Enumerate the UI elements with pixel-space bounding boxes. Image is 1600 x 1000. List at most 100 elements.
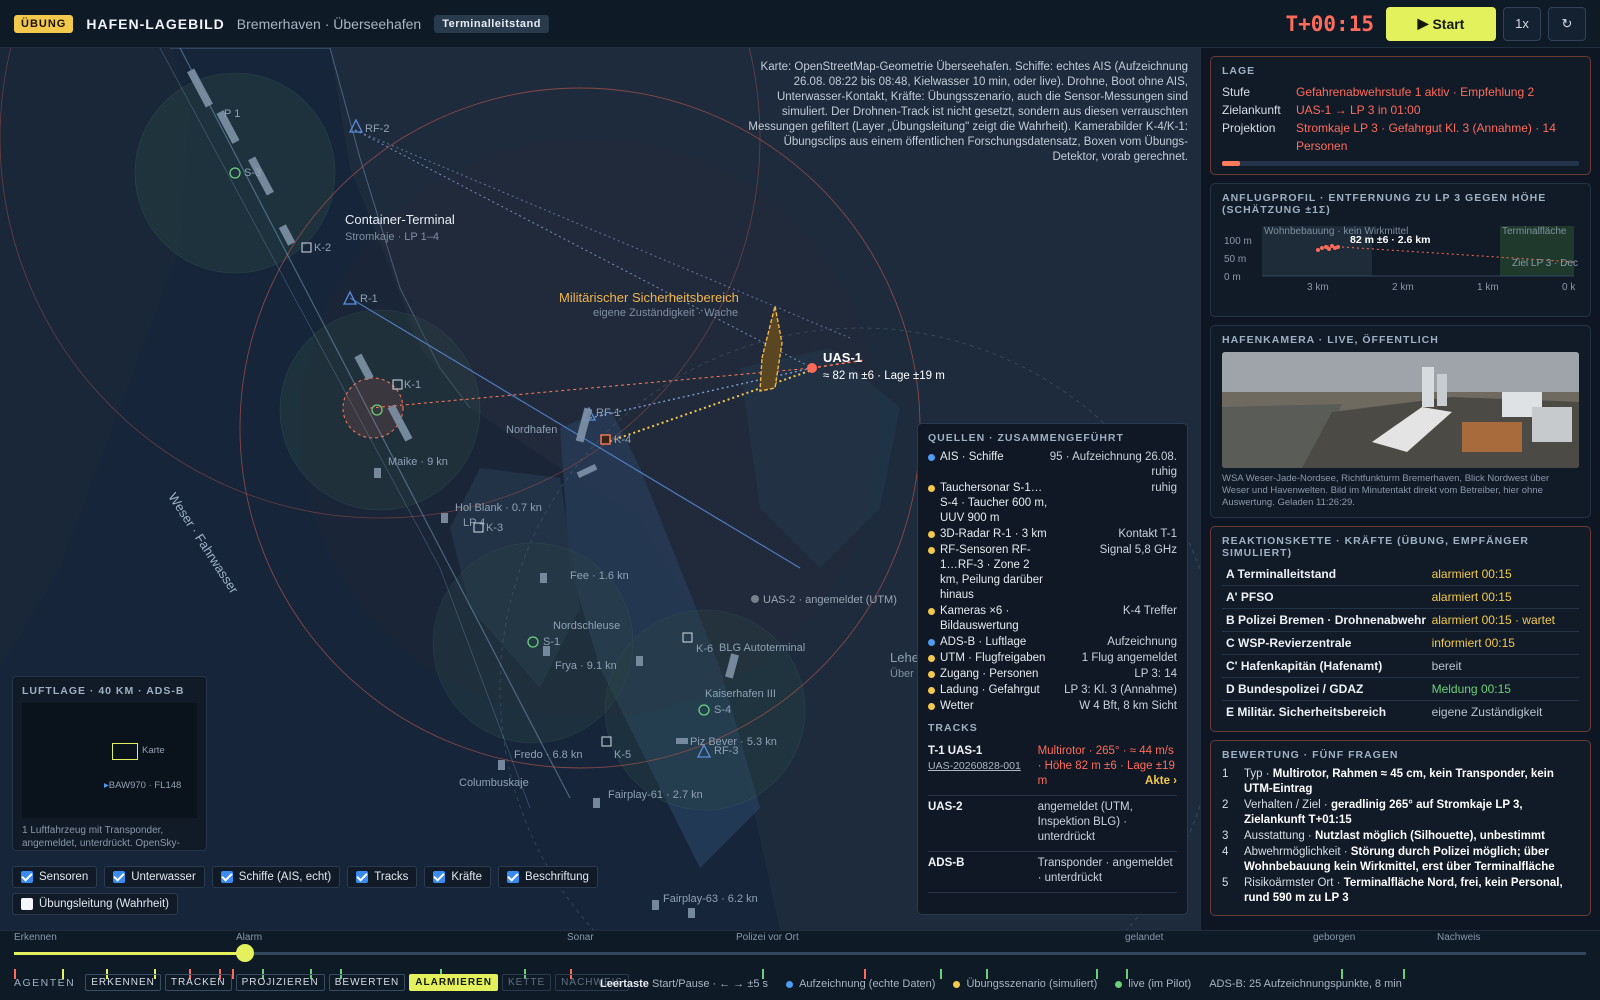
label-rf1: RF-1 <box>596 407 621 419</box>
checkbox[interactable] <box>433 871 446 883</box>
source-row[interactable]: AIS · Schiffe 95 · Aufzeichnung 26.08. ru… <box>928 450 1177 480</box>
legend-dot-icon <box>1115 980 1123 988</box>
reaction-row[interactable]: C WSP-Revierzentrale informiert 00:15 <box>1222 632 1579 655</box>
source-row[interactable]: RF-Sensoren RF-1…RF-3 · Zone 2 km, Peilu… <box>928 543 1177 603</box>
agent-erkennen[interactable]: ERKENNEN <box>85 974 161 991</box>
label-ship-fairplay63[interactable]: Fairplay-63 · 6.2 kn <box>663 893 758 905</box>
toggle-schiffe-ais-echt-[interactable]: Schiffe (AIS, echt) <box>211 866 341 888</box>
label-military-area: Militärischer Sicherheitsbereich <box>559 290 739 305</box>
label-s4: S-4 <box>714 704 732 716</box>
checkbox[interactable] <box>113 871 126 883</box>
profile-y-50: 50 m <box>1224 254 1247 265</box>
reaction-row[interactable]: B Polizei Bremen · Drohnenabwehr alarmier… <box>1222 609 1579 632</box>
reaction-unit: E Militär. Sicherheitsbereich <box>1226 705 1387 719</box>
assessment-text: Risikoärmster Ort · Terminalfläche Nord,… <box>1244 877 1563 904</box>
profile-target-label: Ziel LP 3 · Dec <box>1512 258 1578 269</box>
agent-tracken[interactable]: TRACKEN <box>164 974 232 991</box>
source-row[interactable]: ADS-B · Luftlage Aufzeichnung <box>928 635 1177 650</box>
checkbox[interactable] <box>21 871 33 883</box>
reaction-row[interactable]: A' PFSO alarmiert 00:15 <box>1222 586 1579 609</box>
assessment-text: Verhalten / Ziel · geradlinig 265° auf S… <box>1244 799 1523 826</box>
reaction-status: Meldung 00:15 <box>1431 682 1511 696</box>
label-lehe-sub: Über <box>890 668 914 680</box>
speed-button[interactable]: 1x <box>1503 6 1541 41</box>
profile-x-0km: 0 k <box>1562 282 1576 293</box>
reaction-row[interactable]: C' Hafenkapitän (Hafenamt) bereit <box>1222 655 1579 678</box>
checkbox[interactable] <box>507 871 520 883</box>
label-ship-maike[interactable]: Maike · 9 kn <box>388 456 448 468</box>
track-id-link[interactable]: UAS-20260828-001 <box>928 759 1038 774</box>
label-ship-holblank[interactable]: Hol Blank · 0.7 kn <box>455 502 542 514</box>
timeline-phase-label: Nachweis <box>1437 932 1481 943</box>
reset-button[interactable]: ↻ <box>1548 6 1586 41</box>
agent-alarmieren[interactable]: ALARMIEREN <box>409 974 498 991</box>
reaction-unit: C' Hafenkapitän (Hafenamt) <box>1226 659 1383 673</box>
track-value: angemeldet (UTM, Inspektion BLG) · unter… <box>1037 801 1133 843</box>
label-rf2: RF-2 <box>365 123 390 135</box>
source-name: 3D-Radar R-1 · 3 km <box>928 527 1048 542</box>
situation-row: Zielankunft UAS-1 → LP 3 in 01:00 <box>1222 101 1579 119</box>
toggle-sensoren[interactable]: Sensoren <box>12 866 98 888</box>
source-row[interactable]: 3D-Radar R-1 · 3 km Kontakt T-1 <box>928 527 1177 542</box>
adsb-note: ADS-B: 25 Aufzeichnungspunkte, 8 min <box>1209 978 1402 990</box>
toggle-unterwasser[interactable]: Unterwasser <box>104 866 205 888</box>
checkbox[interactable] <box>21 898 33 910</box>
source-row[interactable]: Wetter W 4 Bft, 8 km Sicht <box>928 699 1177 714</box>
camera-title: HAFENKAMERA · LIVE, ÖFFENTLICH <box>1222 334 1439 346</box>
agent-projizieren[interactable]: PROJIZIEREN <box>235 974 325 991</box>
legend-item: Aufzeichnung (echte Daten) <box>786 978 935 990</box>
label-ship-pizbever[interactable]: Piz Bever · 5.3 kn <box>690 736 777 748</box>
role-chip[interactable]: Terminalleitstand <box>434 14 549 33</box>
harbor-camera-image[interactable] <box>1222 352 1579 468</box>
harbor-camera-card: HAFENKAMERA · LIVE, ÖFFENTLICH WSA Weser… <box>1210 325 1591 518</box>
label-ship-fredo[interactable]: Fredo · 6.8 kn <box>514 749 582 761</box>
reaction-row[interactable]: A Terminalleitstand alarmiert 00:15 <box>1222 563 1579 586</box>
timeline-scrubber[interactable] <box>236 944 255 962</box>
assessment-key: Ausstattung <box>1244 830 1305 842</box>
toggle-kräfte[interactable]: Kräfte <box>424 866 492 888</box>
reaction-row[interactable]: D Bundespolizei / GDAZ Meldung 00:15 <box>1222 678 1579 701</box>
timeline-event-tick[interactable] <box>1403 969 1405 979</box>
source-row[interactable]: Tauchersonar S-1…S-4 · Taucher 600 m, UU… <box>928 481 1177 526</box>
label-ship-fee[interactable]: Fee · 1.6 kn <box>570 570 629 582</box>
status-dot-icon <box>928 608 935 615</box>
track-row[interactable]: T-1 UAS-1 UAS-20260828-001 Multirotor · 26… <box>928 740 1177 796</box>
track-row[interactable]: UAS-2 angemeldet (UTM, Inspektion BLG) · … <box>928 796 1177 852</box>
reaction-row[interactable]: E Militär. Sicherheitsbereich eigene Zust… <box>1222 701 1579 723</box>
map-frame-label: Karte <box>142 745 165 756</box>
assessment-row: 2 Verhalten / Ziel · geradlinig 265° auf … <box>1222 798 1579 828</box>
flight-label[interactable]: ▸BAW970 · FL148 <box>104 780 181 791</box>
profile-y-0: 0 m <box>1224 272 1241 283</box>
source-row[interactable]: Zugang · Personen LP 3: 14 <box>928 667 1177 682</box>
label-r1: R-1 <box>360 293 378 305</box>
uas1-marker[interactable] <box>807 363 817 373</box>
track-file-link[interactable]: Akte › <box>1145 774 1177 789</box>
label-ship-frya[interactable]: Frya · 9.1 kn <box>555 660 617 672</box>
source-value: LP 3: Kl. 3 (Annahme) <box>1064 684 1177 696</box>
toggle-label: Unterwasser <box>131 871 196 883</box>
situation-card: LAGE Stufe Gefahrenabwehrstufe 1 aktiv · … <box>1210 56 1591 175</box>
source-value: W 4 Bft, 8 km Sicht <box>1079 700 1177 712</box>
toggle-tracks[interactable]: Tracks <box>347 866 418 888</box>
toggle-truth[interactable]: Übungsleitung (Wahrheit) <box>12 893 178 915</box>
agent-bewerten[interactable]: BEWERTEN <box>328 974 406 991</box>
label-uas1[interactable]: UAS-1 <box>823 350 862 365</box>
checkbox[interactable] <box>220 871 233 883</box>
checkbox[interactable] <box>356 871 369 883</box>
status-dot-icon <box>928 547 935 554</box>
start-button[interactable]: ▶ Start <box>1386 6 1496 41</box>
source-row[interactable]: UTM · Flugfreigaben 1 Flug angemeldet <box>928 651 1177 666</box>
airspace-minimap[interactable]: Karte ▸BAW970 · FL148 <box>22 703 197 818</box>
situation-key: Stufe <box>1222 85 1251 99</box>
label-ship-fairplay61[interactable]: Fairplay-61 · 2.7 kn <box>608 789 703 801</box>
source-row[interactable]: Kameras ×6 · Bildauswertung K-4 Treffer <box>928 604 1177 634</box>
toggle-beschriftung[interactable]: Beschriftung <box>498 866 598 888</box>
profile-title: ANFLUGPROFIL · ENTFERNUNG ZU LP 3 GEGEN … <box>1222 192 1547 216</box>
agent-kette[interactable]: KETTE <box>501 974 552 991</box>
label-uas2[interactable]: UAS-2 · angemeldet (UTM) <box>763 594 897 606</box>
label-uas1-info: ≈ 82 m ±6 · Lage ±19 m <box>823 370 945 382</box>
track-row[interactable]: ADS-B Transponder · angemeldet · unterdrü… <box>928 852 1177 893</box>
reaction-title: REAKTIONSKETTE · KRÄFTE (ÜBUNG, EMPFÄNGE… <box>1222 535 1529 559</box>
source-row[interactable]: Ladung · Gefahrgut LP 3: Kl. 3 (Annahme) <box>928 683 1177 698</box>
source-value: 95 · Aufzeichnung 26.08. ruhig <box>1049 451 1177 478</box>
